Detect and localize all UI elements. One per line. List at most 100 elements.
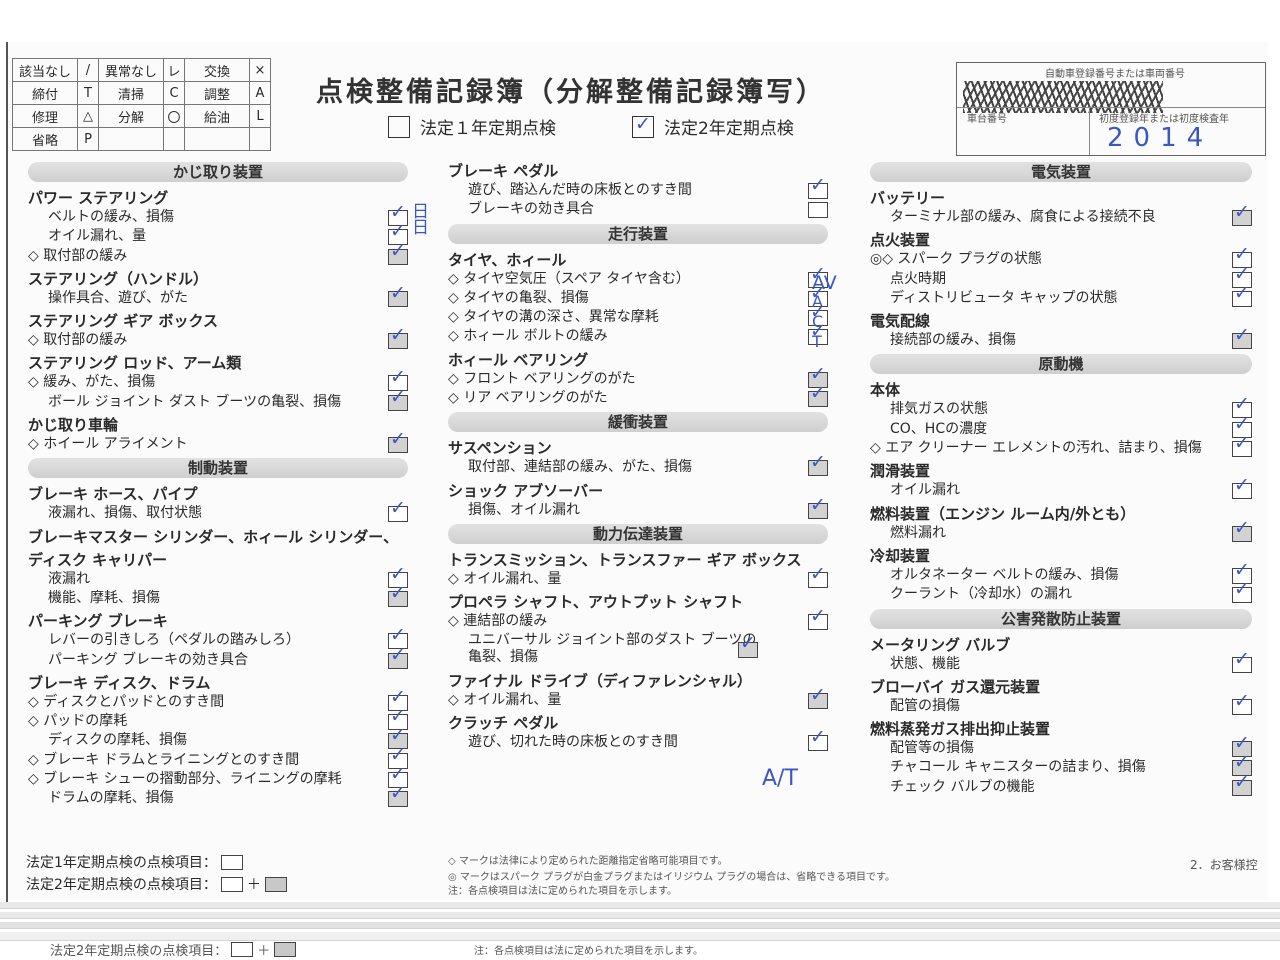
group-heading: 潤滑装置 (870, 462, 931, 481)
legend-cell: A (249, 81, 271, 105)
first-registration-year: 2014 (1107, 123, 1214, 153)
check-item-label: ◇ フロント ベアリングのがた (448, 370, 636, 387)
inspection-checkbox[interactable]: ✓ (388, 241, 408, 265)
group-heading: ホィール ベアリング (448, 350, 589, 369)
check-mark: ✓ (390, 624, 406, 647)
inspection-checkbox[interactable]: ✓ (1232, 691, 1252, 715)
legend-cell: 省略 (12, 127, 78, 151)
group-heading: パーキング ブレーキ (28, 612, 168, 631)
check-item-label: ユニバーサル ジョイント部のダスト ブーツの亀裂、損傷 (468, 631, 757, 665)
section-header: 制動装置 (28, 458, 408, 479)
inspection-checkbox[interactable]: ✓ (1232, 325, 1252, 350)
check-item-label: 状態、機能 (890, 655, 960, 672)
chassis-label: 車台番号 (967, 114, 1007, 125)
check-item: 排気ガスの状態 ✓ (870, 395, 1252, 419)
check-item: ◇ リア ベアリングのがた ✓ (448, 383, 828, 408)
inspection-checkbox[interactable]: ✓ (388, 499, 408, 523)
legend-cell: T (77, 81, 99, 105)
registration-label: 自動車登録番号または車両番号 (1045, 69, 1185, 80)
inspection-checkbox[interactable]: ✓ (808, 495, 828, 519)
annual1-checkbox[interactable] (388, 115, 410, 138)
check-mark: ✓ (390, 497, 406, 520)
check-mark: ✓ (390, 281, 406, 304)
legend-row: 締付 T 清掃 C 調整 A (12, 81, 271, 105)
check-item-label: ドラムの摩耗、損傷 (48, 790, 174, 807)
check-item: ◇ タイヤ空気圧（スペア タイヤ含む） ✓ (448, 264, 828, 289)
inspection-checkbox[interactable]: ✓ (1232, 433, 1252, 458)
check-item-label: 遊び、踏込んだ時の床板とのすき間 (468, 182, 692, 198)
footer-annual1: 法定1年定期点検の点検項目： (26, 852, 243, 872)
check-item-label: クーラント（冷却水）の漏れ (890, 586, 1072, 603)
check-mark: ✓ (390, 385, 406, 408)
annual1-option[interactable]: 法定１年定期点検 (388, 114, 556, 139)
check-item: ◇ フロント ベアリングのがた ✓ (448, 364, 828, 389)
inspection-checkbox[interactable]: ✓ (388, 325, 408, 350)
check-mark: ✓ (1234, 262, 1250, 285)
inspection-checkbox[interactable]: ✓ (738, 633, 758, 658)
group-heading: パワー ステアリング (28, 189, 169, 207)
check-mark: ✓ (1234, 578, 1250, 601)
check-item: ベルトの緩み、損傷 ✓ (28, 202, 408, 227)
check-item: 操作具合、遊び、がた ✓ (28, 283, 408, 308)
legend-box-plain (220, 876, 243, 892)
check-item-label: ◇ 連結部の緩み (448, 613, 548, 630)
check-item-label: ディスクの摩耗、損傷 (48, 732, 188, 749)
inspection-checkbox[interactable]: ✓ (388, 387, 408, 411)
inspection-checkbox[interactable] (808, 202, 828, 219)
inspection-checkbox[interactable]: ✓ (388, 784, 408, 808)
inspection-checkbox[interactable]: ✓ (388, 583, 408, 607)
redacted-plate (963, 81, 1163, 113)
inspection-checkbox[interactable]: ✓ (1232, 518, 1252, 542)
annual2-checkbox[interactable]: ✓ (632, 113, 654, 138)
legend-cell: P (77, 127, 99, 151)
column-steering-brakes: かじ取り装置 パワー ステアリング ベルトの緩み、損傷 ✓ オイル漏れ、量 ✓ ◇ 取付部の… (28, 158, 408, 809)
check-item: ◇ 連結部の緩み ✓ (448, 606, 828, 631)
inspection-checkbox[interactable]: ✓ (808, 685, 828, 709)
handwritten-mark: C (812, 312, 824, 331)
inspection-checkbox[interactable]: ✓ (1232, 649, 1252, 673)
section-header: かじ取り装置 (28, 162, 408, 182)
group-heading: ステアリング ロッド、アーム類 (28, 354, 242, 373)
inspection-checkbox[interactable]: ✓ (1232, 579, 1252, 604)
check-item-label: ◇ タイヤ空気圧（スペア タイヤ含む） (448, 270, 690, 287)
check-item: ◇ ホィール ボルトの緩み ✓ (448, 322, 828, 346)
check-item: ◇ ホイール アライメント ✓ (28, 429, 408, 454)
check-item: 接続部の緩み、損傷 ✓ (870, 325, 1252, 350)
check-item: チェック バルブの機能 ✓ (870, 772, 1252, 797)
inspection-checkbox[interactable]: ✓ (808, 453, 828, 477)
legend-cell: 調整 (184, 81, 250, 105)
check-item: ボール ジョイント ダスト ブーツの亀裂、損傷 ✓ (28, 387, 408, 412)
check-item: オルタネーター ベルトの緩み、損傷 ✓ (870, 560, 1252, 585)
inspection-checkbox[interactable]: ✓ (808, 564, 828, 588)
check-item-label: 機能、摩耗、損傷 (48, 589, 160, 606)
section-header: 公害発散防止装置 (870, 608, 1252, 629)
group-heading: ブレーキ ディスク、ドラム (28, 673, 211, 692)
inspection-checkbox[interactable]: ✓ (808, 727, 828, 751)
group-heading: メータリング バルブ (870, 635, 1011, 654)
inspection-checkbox[interactable]: ✓ (1232, 202, 1252, 226)
check-item: ◇ パッドの摩耗 ✓ (28, 706, 408, 731)
legend-cell: 該当なし (12, 58, 78, 82)
annual1-label: 法定１年定期点検 (420, 119, 556, 139)
group-heading: バッテリー (870, 189, 946, 207)
check-item: ◇ タイヤの溝の深さ、異常な摩耗 ✓ (448, 302, 828, 327)
check-item-label: パーキング ブレーキの効き具合 (48, 651, 249, 668)
footnote-general: 注：各点検項目は法に定められた項目を示します。 (448, 886, 677, 897)
inspection-checkbox[interactable]: ✓ (808, 383, 828, 408)
inspection-checkbox[interactable]: ✓ (1232, 772, 1252, 796)
inspection-checkbox[interactable]: ✓ (1232, 283, 1252, 307)
group-heading: ファイナル ドライブ（ディファレンシャル） (448, 671, 752, 690)
check-mark: ✓ (390, 324, 406, 347)
inspection-checkbox[interactable]: ✓ (1232, 476, 1252, 500)
check-mark: ✓ (1234, 201, 1250, 223)
inspection-checkbox[interactable]: ✓ (388, 429, 408, 454)
inspection-checkbox[interactable]: ✓ (388, 283, 408, 307)
check-item: ディストリビュータ キャップの状態 ✓ (870, 283, 1252, 308)
inspection-checkbox[interactable]: ✓ (808, 606, 828, 631)
annual2-option[interactable]: ✓ 法定2年定期点検 (632, 113, 794, 139)
check-item: 点火時期 ✓ (870, 264, 1252, 289)
group-heading: ステアリング（ハンドル） (28, 269, 209, 288)
check-item-label: オイル漏れ、量 (48, 228, 147, 245)
inspection-checkbox[interactable]: ✓ (388, 645, 408, 669)
inspection-checkbox[interactable]: ✓ (808, 175, 828, 199)
